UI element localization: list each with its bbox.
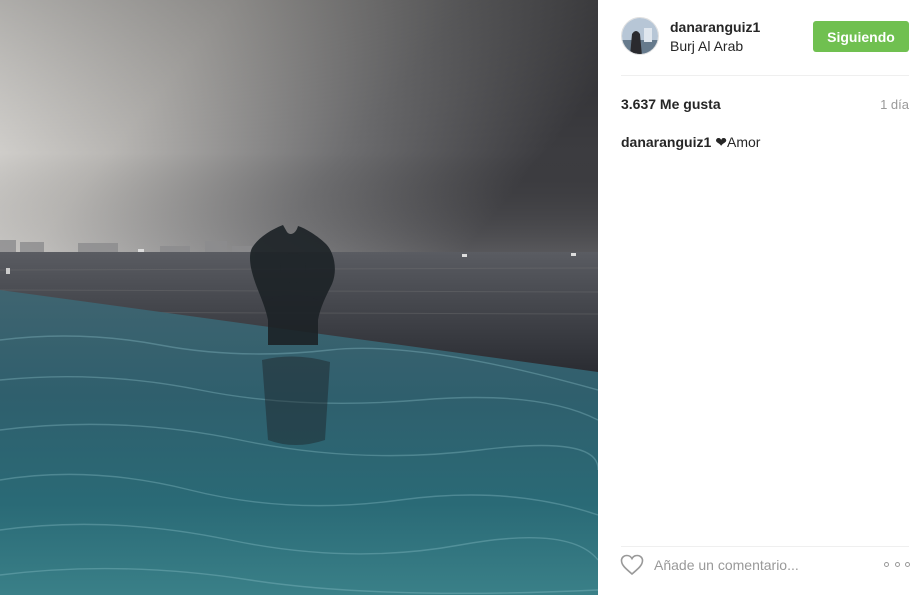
comment-input[interactable]: [654, 554, 854, 576]
likes-count[interactable]: 3.637 Me gusta: [621, 96, 721, 112]
divider: [621, 546, 909, 547]
post-time[interactable]: 1 día: [880, 97, 909, 112]
caption-heart: ❤: [715, 134, 727, 150]
caption-text: Amor: [726, 134, 761, 150]
dot: [884, 561, 889, 567]
post-username[interactable]: danaranguiz1: [670, 19, 760, 35]
post-location[interactable]: Burj Al Arab: [670, 38, 743, 54]
post-photo[interactable]: [0, 0, 598, 595]
dot: [894, 561, 900, 567]
ellipsis-icon[interactable]: [884, 557, 910, 571]
post-header: danaranguiz1 Burj Al Arab Siguiendo: [598, 0, 916, 75]
avatar[interactable]: [621, 17, 659, 55]
post-details-panel: danaranguiz1 Burj Al Arab Siguiendo 3.63…: [598, 0, 916, 595]
heart-outline-icon[interactable]: [620, 554, 644, 576]
divider: [621, 75, 909, 76]
post-caption: danaranguiz1 ❤Amor: [621, 134, 760, 151]
pool-photo-image: [0, 0, 598, 595]
caption-username[interactable]: danaranguiz1: [621, 134, 711, 150]
dot: [905, 561, 910, 567]
following-button[interactable]: Siguiendo: [813, 21, 909, 52]
